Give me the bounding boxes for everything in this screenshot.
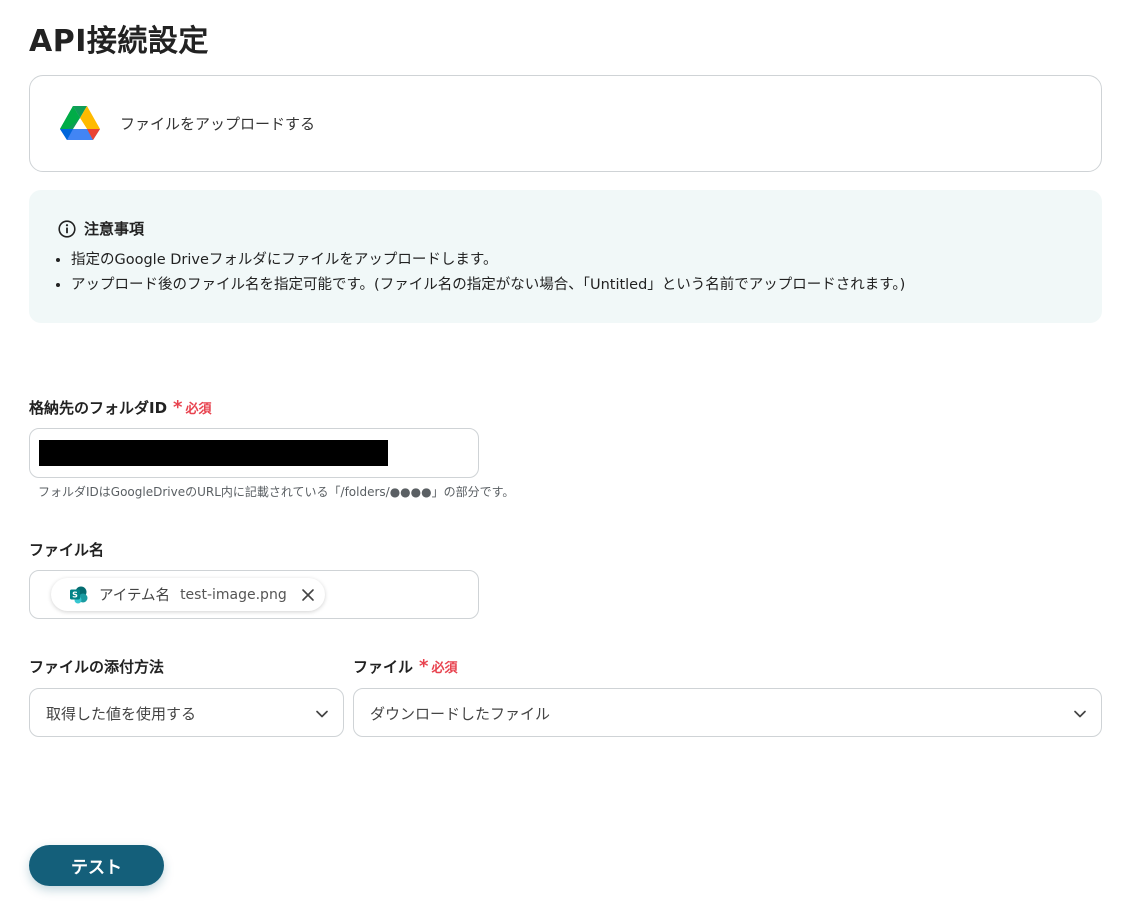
folder-id-hint: フォルダIDはGoogleDriveのURL内に記載されている「/folders…	[38, 485, 515, 499]
page-title: API接続設定	[29, 24, 209, 59]
file-value: ダウンロードしたファイル	[370, 705, 551, 723]
required-badge: * 必須	[419, 657, 457, 676]
notice-item: 指定のGoogle Driveフォルダにファイルをアップロードします。	[71, 248, 905, 273]
required-text: 必須	[185, 402, 212, 417]
required-badge: * 必須	[173, 398, 211, 417]
notice-item: アップロード後のファイル名を指定可能です。(ファイル名の指定がない場合、「Unt…	[71, 273, 905, 298]
file-name-input[interactable]: S アイテム名 test-image.png	[29, 570, 479, 619]
notice-header: 注意事項	[58, 218, 144, 239]
google-drive-icon	[60, 106, 100, 140]
close-icon[interactable]	[301, 588, 315, 602]
required-asterisk-icon: *	[173, 396, 183, 418]
notice-box: 注意事項 指定のGoogle Driveフォルダにファイルをアップロードします。…	[29, 190, 1102, 323]
file-select[interactable]: ダウンロードしたファイル	[353, 688, 1102, 737]
chevron-down-icon	[1074, 710, 1086, 718]
action-label: ファイルをアップロードする	[120, 115, 316, 133]
variable-chip[interactable]: S アイテム名 test-image.png	[51, 578, 325, 611]
folder-id-input[interactable]	[29, 428, 479, 478]
chip-value: test-image.png	[180, 586, 287, 603]
attach-method-label-text: ファイルの添付方法	[29, 658, 165, 676]
folder-id-label-text: 格納先のフォルダID	[29, 399, 168, 417]
attach-method-value: 取得した値を使用する	[46, 705, 197, 723]
file-name-label: ファイル名	[29, 539, 104, 560]
info-icon	[58, 219, 76, 238]
folder-id-label: 格納先のフォルダID * 必須	[29, 397, 211, 418]
action-card[interactable]: ファイルをアップロードする	[29, 75, 1102, 172]
required-asterisk-icon: *	[419, 655, 429, 677]
attach-method-select[interactable]: 取得した値を使用する	[29, 688, 344, 737]
file-label-text: ファイル	[353, 658, 414, 676]
file-label: ファイル * 必須	[353, 656, 457, 677]
required-text: 必須	[431, 661, 458, 676]
test-button[interactable]: テスト	[29, 845, 164, 886]
chip-label: アイテム名	[99, 588, 171, 604]
notice-title: 注意事項	[84, 220, 145, 238]
notice-list: 指定のGoogle Driveフォルダにファイルをアップロードします。 アップロ…	[53, 248, 905, 298]
sharepoint-icon: S	[70, 586, 88, 603]
file-name-label-text: ファイル名	[29, 541, 105, 559]
redacted-value	[39, 440, 388, 466]
svg-text:S: S	[72, 590, 78, 599]
chevron-down-icon	[316, 710, 328, 718]
attach-method-label: ファイルの添付方法	[29, 656, 164, 677]
